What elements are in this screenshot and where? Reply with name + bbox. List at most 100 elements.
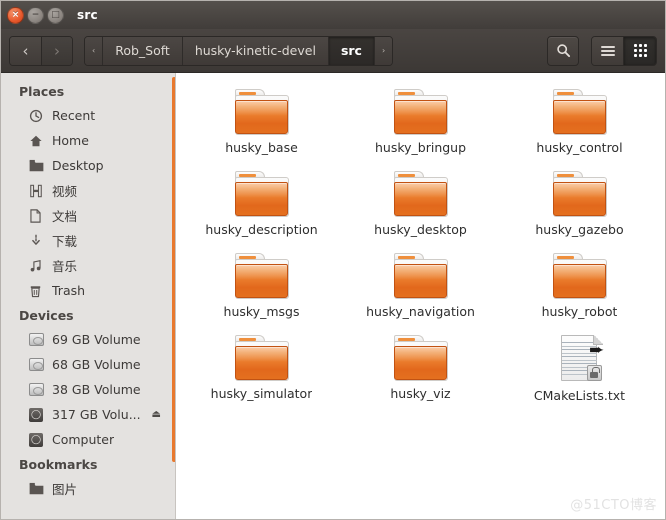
breadcrumb-prev-icon: ‹	[92, 46, 96, 55]
list-view-button[interactable]	[592, 36, 624, 65]
breadcrumb-label: Rob_Soft	[115, 43, 170, 58]
hard-drive-icon	[29, 383, 47, 396]
file-name: husky_base	[225, 140, 298, 155]
document-locked-icon: ➨	[557, 335, 605, 385]
back-button[interactable]: ‹	[10, 36, 41, 65]
breadcrumb-prev-button[interactable]: ‹	[85, 36, 104, 65]
sidebar-item-home[interactable]: Home	[1, 128, 175, 153]
sidebar-item-label: 68 GB Volume	[52, 357, 141, 372]
sidebar-item-videos[interactable]: 视频	[1, 178, 175, 203]
file-item[interactable]: husky_navigation	[341, 249, 500, 319]
folder-icon	[551, 171, 609, 219]
sidebar-item-label: Home	[52, 133, 89, 148]
sidebar-item-recent[interactable]: Recent	[1, 103, 175, 128]
sidebar-item-desktop[interactable]: Desktop	[1, 153, 175, 178]
sidebar-item-volume-68gb[interactable]: 68 GB Volume	[1, 352, 175, 377]
search-icon	[556, 44, 570, 58]
file-name: husky_robot	[541, 304, 618, 319]
file-name: husky_bringup	[374, 140, 467, 155]
breadcrumb-label: husky-kinetic-devel	[194, 43, 316, 58]
sidebar-item-downloads[interactable]: 下载	[1, 228, 175, 253]
sidebar-item-label: 38 GB Volume	[52, 382, 141, 397]
maximize-button[interactable]: □	[47, 6, 64, 24]
document-icon	[29, 208, 47, 223]
file-name: husky_description	[205, 222, 318, 237]
folder-icon	[392, 335, 450, 383]
watermark: @51CTO博客	[570, 498, 657, 513]
file-item[interactable]: husky_robot	[500, 249, 659, 319]
breadcrumb-next-button[interactable]: ›	[374, 36, 393, 65]
sidebar-item-documents[interactable]: 文档	[1, 203, 175, 228]
sidebar-item-volume-69gb[interactable]: 69 GB Volume	[1, 327, 175, 352]
sidebar-item-trash[interactable]: Trash	[1, 278, 175, 303]
sidebar-item-computer[interactable]: ◯ Computer	[1, 427, 175, 452]
file-name: husky_desktop	[374, 222, 467, 237]
view-mode-group	[591, 35, 657, 66]
file-item[interactable]: husky_msgs	[182, 249, 341, 319]
file-name: CMakeLists.txt	[533, 388, 626, 403]
sidebar-item-label: Trash	[52, 283, 86, 298]
file-name: husky_viz	[390, 386, 451, 401]
music-icon	[29, 259, 47, 273]
computer-icon: ◯	[29, 432, 43, 447]
grid-view-icon	[633, 44, 647, 57]
search-button[interactable]	[547, 35, 579, 66]
breadcrumb-item-rob-soft[interactable]: Rob_Soft	[103, 36, 183, 65]
sidebar-item-label: Desktop	[52, 158, 104, 173]
file-name: husky_navigation	[366, 304, 475, 319]
eject-icon[interactable]: ⏏	[152, 409, 161, 420]
forward-button[interactable]: ›	[41, 36, 72, 65]
file-item[interactable]: husky_base	[182, 85, 341, 155]
file-item[interactable]: husky_description	[182, 167, 341, 237]
file-item[interactable]: husky_viz	[341, 331, 500, 403]
file-name: husky_control	[536, 140, 623, 155]
file-item[interactable]: ➨ CMakeLists.txt	[500, 331, 659, 403]
home-icon	[29, 134, 47, 148]
sidebar-item-label: 69 GB Volume	[52, 332, 141, 347]
folder-icon	[392, 171, 450, 219]
sidebar-item-volume-317gb[interactable]: ◯ 317 GB Volu... ⏏	[1, 402, 175, 427]
close-icon: ×	[11, 9, 20, 20]
file-manager-window: × − □ src ‹ › ‹ Rob_Soft husky-kinetic-d…	[0, 0, 666, 520]
list-view-icon	[600, 44, 615, 58]
sidebar-item-label: Computer	[52, 432, 115, 447]
file-item[interactable]: husky_bringup	[341, 85, 500, 155]
file-item[interactable]: husky_gazebo	[500, 167, 659, 237]
minimize-icon: −	[31, 9, 40, 20]
folder-icon	[29, 159, 47, 172]
sidebar-item-volume-38gb[interactable]: 38 GB Volume	[1, 377, 175, 402]
close-button[interactable]: ×	[7, 6, 24, 24]
video-icon	[29, 184, 47, 198]
lock-icon	[586, 365, 602, 381]
sidebar-heading-places: Places	[19, 84, 65, 99]
title-bar: × − □ src	[1, 1, 665, 29]
grid-view-button[interactable]	[624, 36, 656, 65]
window-title: src	[77, 8, 98, 22]
sidebar: Places Recent Home Desktop 视频 文档 下载 音乐 T…	[1, 73, 176, 519]
minimize-button[interactable]: −	[27, 6, 44, 24]
sidebar-heading-bookmarks: Bookmarks	[19, 457, 98, 472]
file-item[interactable]: husky_control	[500, 85, 659, 155]
disk-icon: ◯	[29, 407, 43, 422]
file-grid-area: husky_base husky_bringup husky_control h…	[176, 73, 665, 519]
sidebar-item-pictures[interactable]: 图片	[1, 476, 175, 501]
maximize-icon: □	[51, 9, 60, 20]
file-item[interactable]: husky_desktop	[341, 167, 500, 237]
sidebar-item-label: 文档	[52, 209, 78, 224]
folder-icon	[233, 253, 291, 301]
breadcrumb-item-husky-kinetic-devel[interactable]: husky-kinetic-devel	[182, 36, 329, 65]
download-icon	[29, 234, 47, 248]
folder-icon	[233, 171, 291, 219]
breadcrumb-item-src[interactable]: src	[328, 36, 375, 65]
sidebar-item-label: 317 GB Volu...	[52, 407, 141, 422]
window-body: Places Recent Home Desktop 视频 文档 下载 音乐 T…	[1, 73, 665, 519]
sidebar-heading-devices: Devices	[19, 308, 74, 323]
sidebar-item-label: 视频	[52, 184, 78, 199]
breadcrumb: ‹ Rob_Soft husky-kinetic-devel src ›	[84, 35, 394, 66]
folder-icon	[551, 253, 609, 301]
sidebar-item-music[interactable]: 音乐	[1, 253, 175, 278]
file-item[interactable]: husky_simulator	[182, 331, 341, 403]
folder-icon	[233, 335, 291, 383]
folder-icon	[551, 89, 609, 137]
file-name: husky_simulator	[210, 386, 313, 401]
